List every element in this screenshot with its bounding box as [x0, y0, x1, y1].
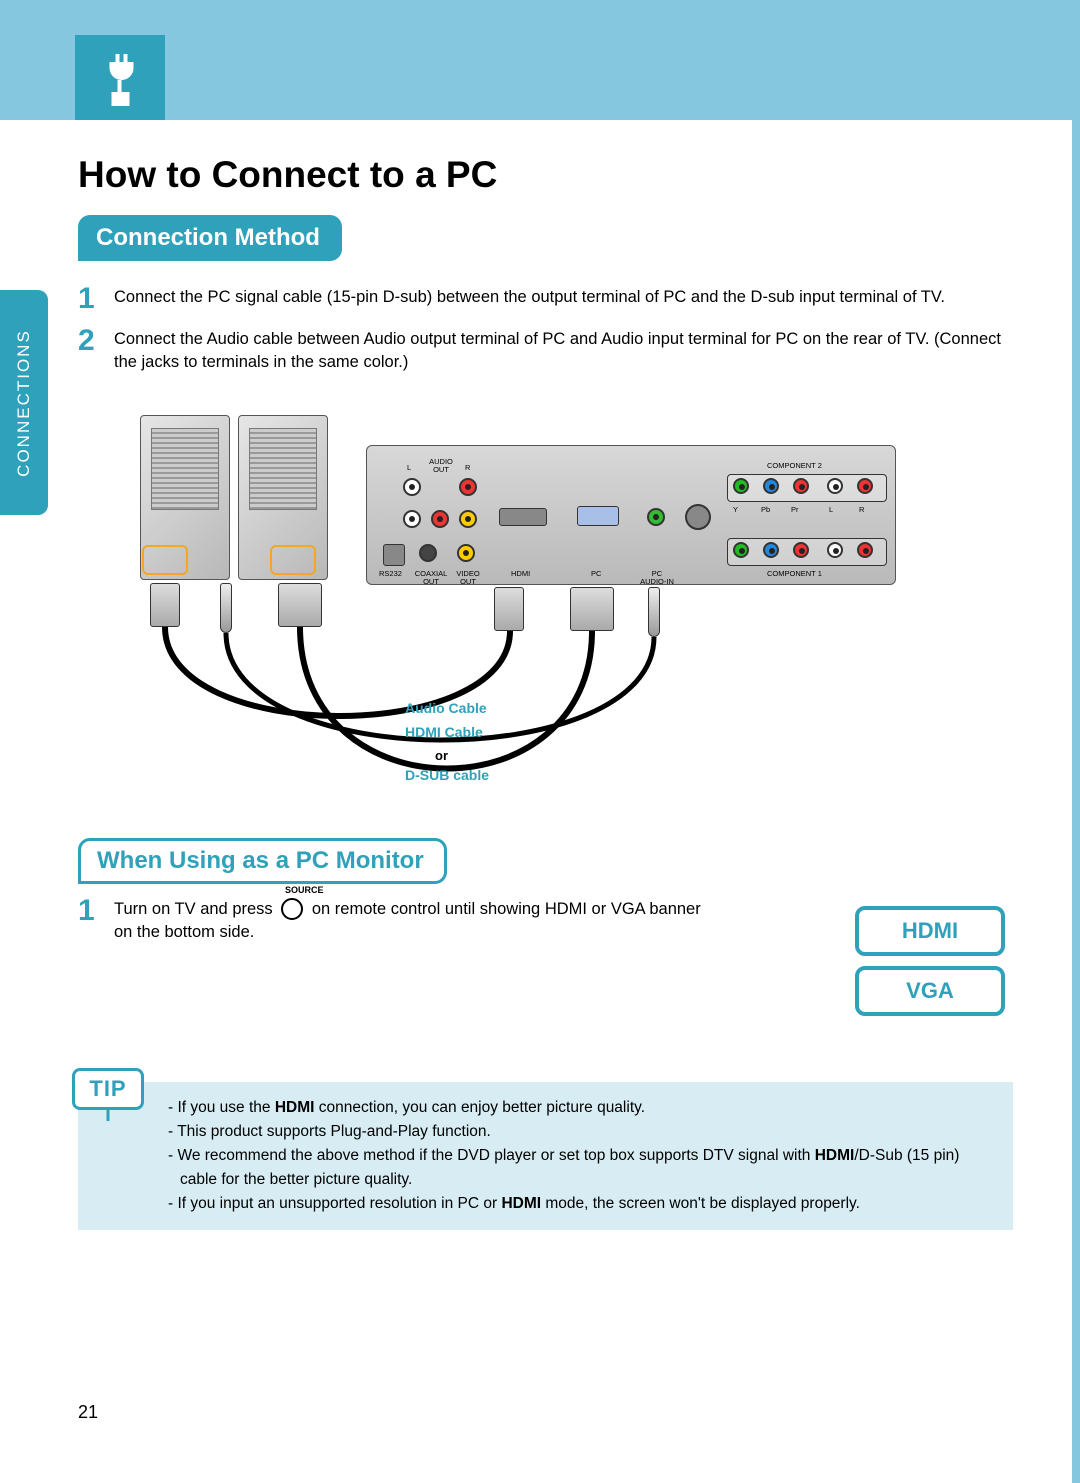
banner-vga: VGA: [855, 966, 1005, 1016]
right-band: [1072, 0, 1080, 1483]
tv-rear-panel: AUDIOOUT L R RS232 COAXIALOUT VIDEOOUT H…: [366, 445, 896, 585]
jack-c2-pr: [793, 478, 809, 494]
label-R: R: [465, 464, 470, 472]
pc-monitor-step-1: 1 Turn on TV and press SOURCE on remote …: [78, 896, 718, 944]
hdmi-plug-tv: [494, 587, 524, 631]
source-label: SOURCE: [279, 884, 329, 897]
jack-c1-r: [857, 542, 873, 558]
jack-c1-l: [827, 542, 843, 558]
connections-chapter-icon: [75, 35, 165, 120]
cable-labels: Audio Cable HDMI Cable or D-SUB cable: [405, 700, 605, 791]
label-L: L: [407, 464, 411, 472]
tip-box: TIP If you use the HDMI connection, you …: [78, 1082, 1013, 1230]
step-1: 1 Connect the PC signal cable (15-pin D-…: [78, 284, 1008, 314]
audio-plug-pc: [220, 583, 232, 633]
label-rs232: RS232: [379, 570, 402, 578]
port-hdmi: [499, 508, 547, 526]
page-number: 21: [78, 1402, 98, 1423]
lbl-pr: Pr: [791, 506, 799, 514]
source-button-icon: [281, 898, 303, 920]
tip-item: If you input an unsupported resolution i…: [168, 1192, 995, 1216]
tip-item: This product supports Plug-and-Play func…: [168, 1120, 995, 1144]
step-text-before: Turn on TV and press: [114, 900, 277, 918]
heading-pc-monitor: When Using as a PC Monitor: [78, 838, 447, 884]
port-pc-vga: [577, 506, 619, 526]
tip-badge: TIP: [72, 1068, 144, 1110]
label-video-out: VIDEOOUT: [451, 570, 485, 587]
section-pc-monitor: When Using as a PC Monitor: [78, 838, 447, 884]
jack-audio-L: [403, 478, 421, 496]
label-audio-out: AUDIOOUT: [421, 458, 461, 475]
label-hdmi: HDMI: [511, 570, 530, 578]
pc-hdmi-port-highlight: [142, 545, 188, 575]
label-pc: PC: [591, 570, 601, 578]
label-audio-cable: Audio Cable: [405, 700, 605, 716]
step-text: Connect the Audio cable between Audio ou…: [114, 326, 1008, 374]
jack-audio-R: [459, 478, 477, 496]
lbl-pb: Pb: [761, 506, 770, 514]
lbl-l: L: [829, 506, 833, 514]
step-text: Connect the PC signal cable (15-pin D-su…: [114, 284, 945, 309]
pc-monitor-steps: 1 Turn on TV and press SOURCE on remote …: [78, 896, 718, 956]
label-component2: COMPONENT 2: [767, 462, 822, 470]
jack-row2-2: [431, 510, 449, 528]
plug-icon: [93, 48, 148, 108]
step-num: 1: [78, 284, 114, 314]
step-text: Turn on TV and press SOURCE on remote co…: [114, 896, 718, 944]
pc-vga-port-highlight: [270, 545, 316, 575]
heading-connection-method: Connection Method: [78, 215, 342, 261]
page-title: How to Connect to a PC: [78, 154, 497, 196]
label-coaxial: COAXIALOUT: [411, 570, 451, 587]
hdmi-plug-pc: [150, 583, 180, 627]
jack-c2-y: [733, 478, 749, 494]
tip-item: If you use the HDMI connection, you can …: [168, 1096, 995, 1120]
port-rs232: [383, 544, 405, 566]
label-hdmi-cable: HDMI Cable: [405, 724, 605, 740]
jack-row2-1: [403, 510, 421, 528]
jack-c2-l: [827, 478, 843, 494]
knob: [685, 504, 711, 530]
port-video-out: [457, 544, 475, 562]
vga-plug-pc: [278, 583, 322, 627]
tip-list: If you use the HDMI connection, you can …: [168, 1096, 995, 1216]
connection-method-steps: 1 Connect the PC signal cable (15-pin D-…: [78, 284, 1008, 386]
step-num: 1: [78, 896, 114, 926]
label-dsub-cable: D-SUB cable: [405, 767, 605, 783]
port-pc-audio: [647, 508, 665, 526]
step-2: 2 Connect the Audio cable between Audio …: [78, 326, 1008, 374]
jack-c1-pb: [763, 542, 779, 558]
jack-row2-3: [459, 510, 477, 528]
tip-item: We recommend the above method if the DVD…: [168, 1144, 995, 1192]
audio-plug-tv: [648, 587, 660, 637]
label-pc-audio: PCAUDIO-IN: [635, 570, 679, 587]
banner-hdmi: HDMI: [855, 906, 1005, 956]
side-tab-label: CONNECTIONS: [14, 329, 34, 477]
jack-c1-pr: [793, 542, 809, 558]
side-tab: CONNECTIONS: [0, 290, 48, 515]
step-num: 2: [78, 326, 114, 356]
vga-plug-tv: [570, 587, 614, 631]
source-banners: HDMI VGA: [855, 906, 1005, 1026]
lbl-y: Y: [733, 506, 738, 514]
jack-c1-y: [733, 542, 749, 558]
label-or: or: [435, 748, 605, 763]
section-connection-method: Connection Method: [78, 215, 342, 261]
lbl-r: R: [859, 506, 864, 514]
label-component1: COMPONENT 1: [767, 570, 822, 578]
jack-c2-pb: [763, 478, 779, 494]
jack-c2-r: [857, 478, 873, 494]
port-coaxial: [419, 544, 437, 562]
